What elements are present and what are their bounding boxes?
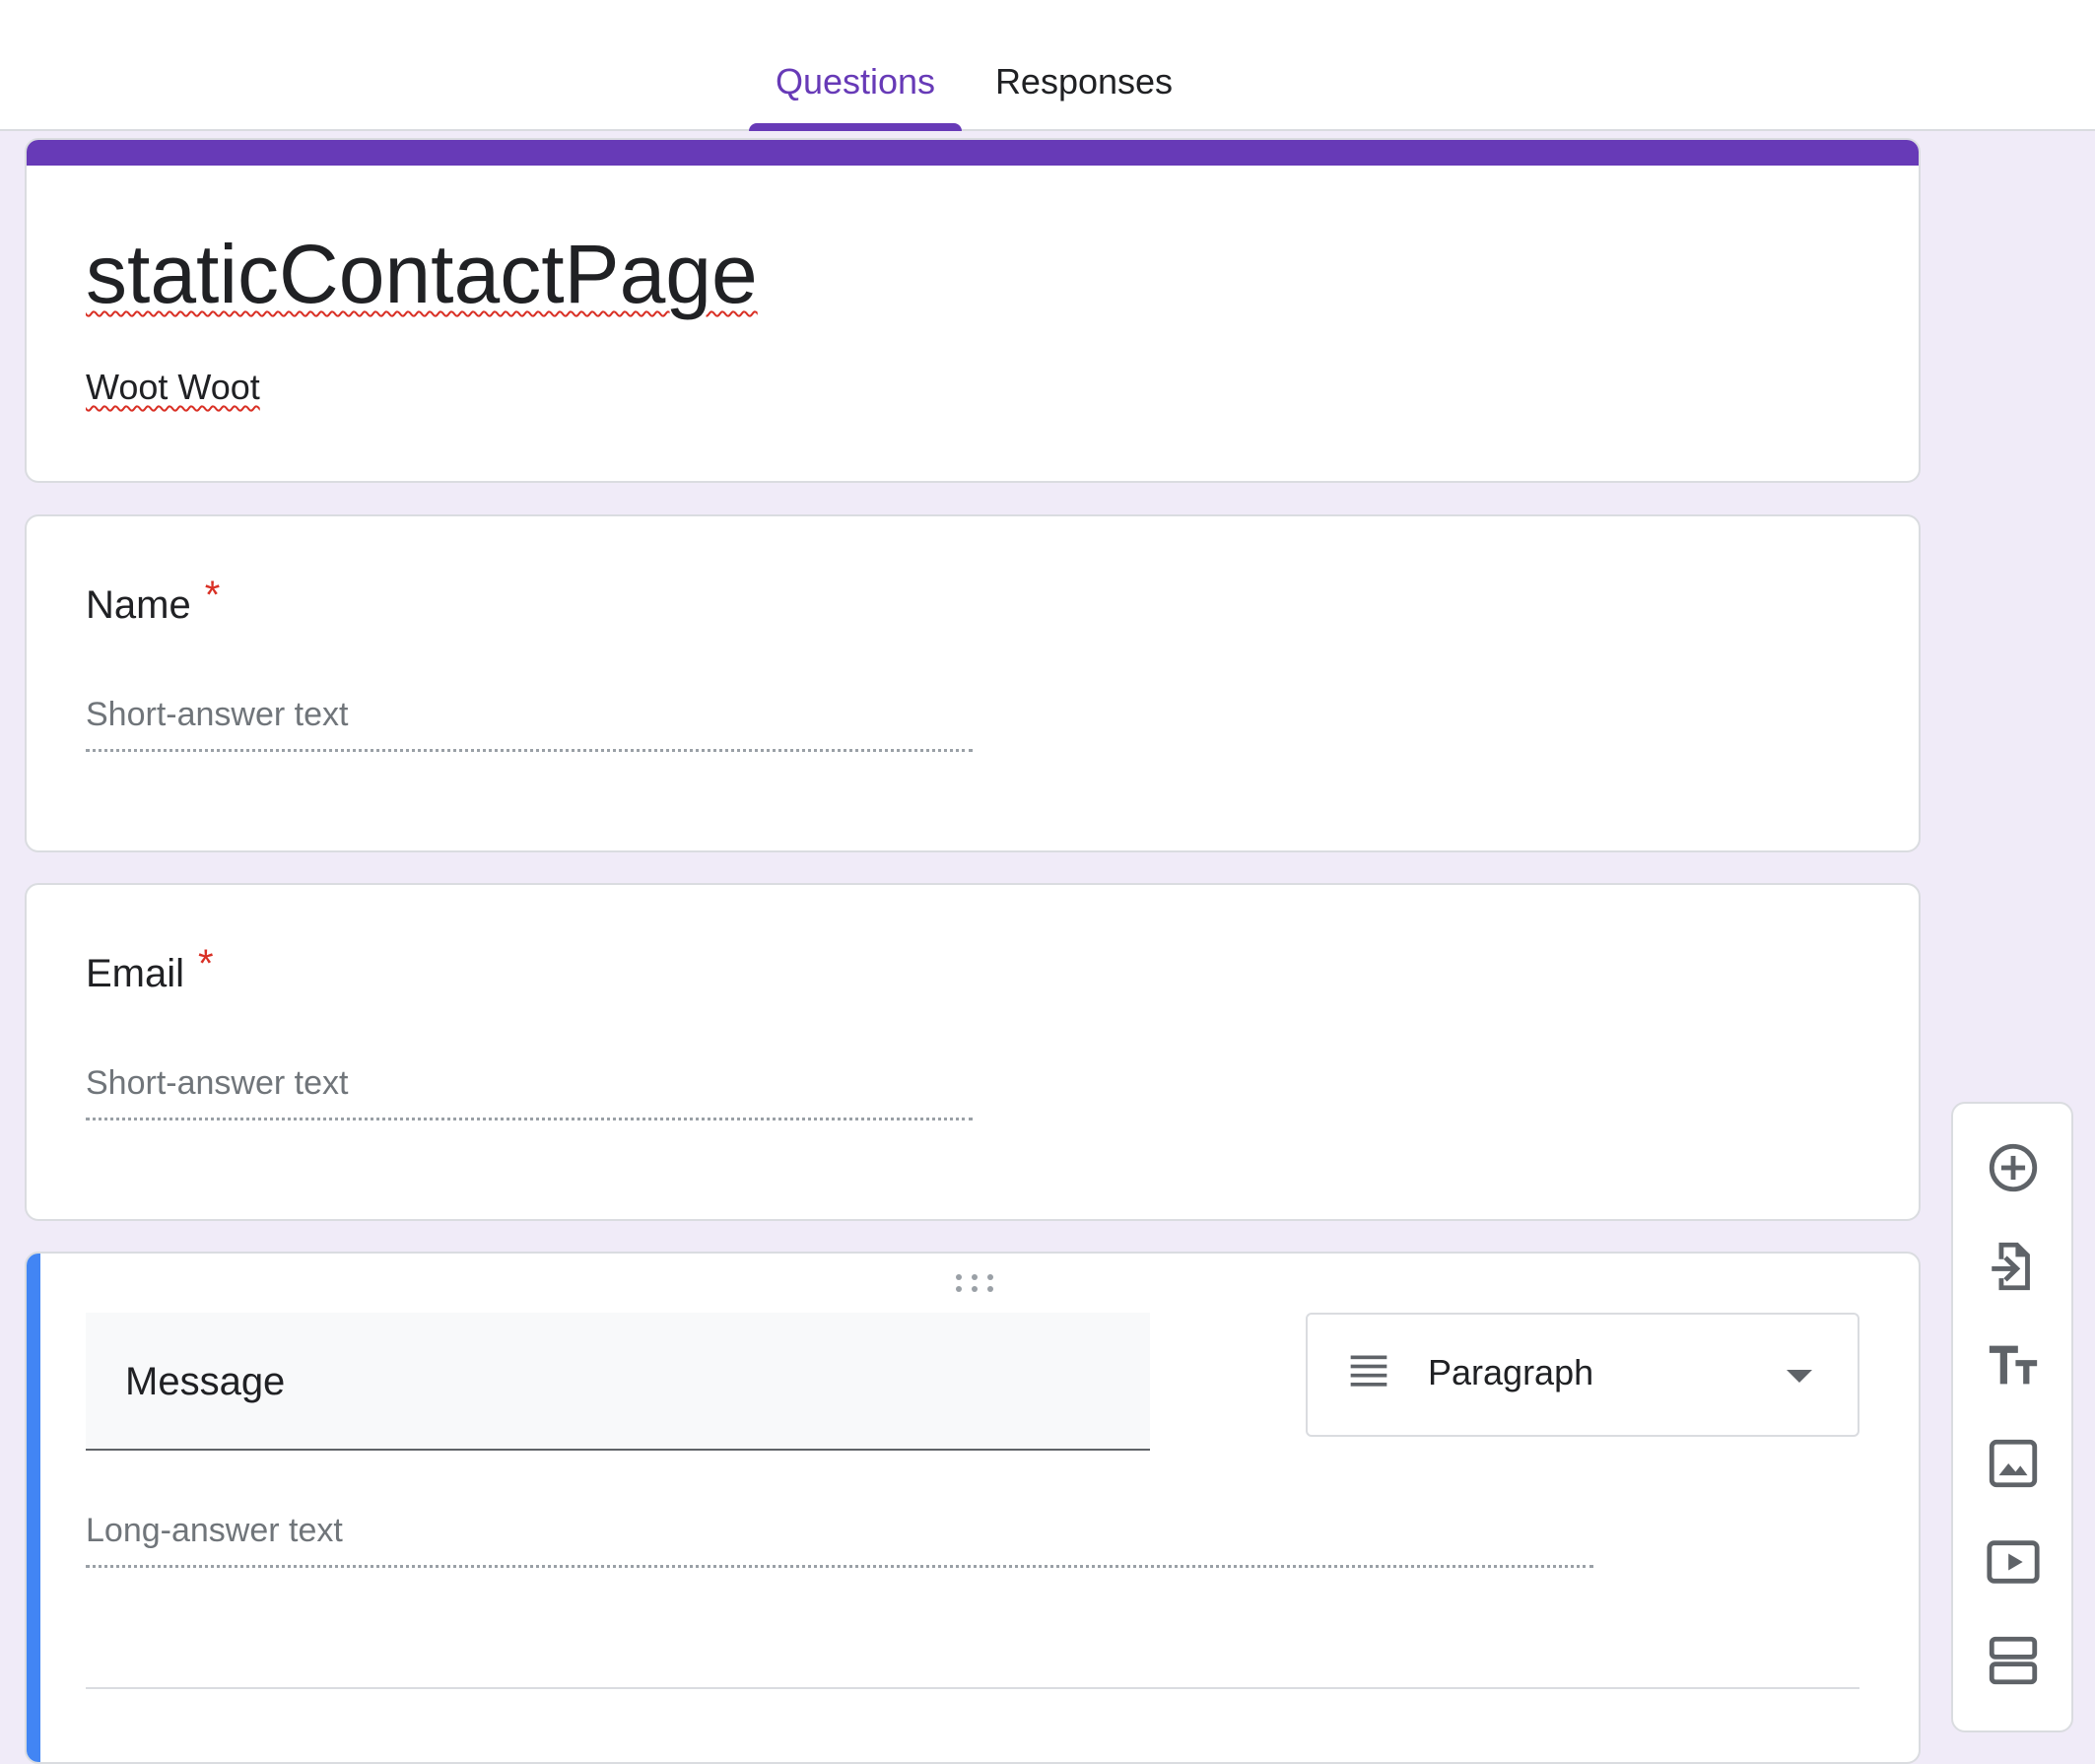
tab-active-indicator <box>749 123 962 131</box>
form-description[interactable]: Woot Woot <box>86 367 260 408</box>
question-title-input[interactable]: Message <box>86 1313 1150 1451</box>
question-card-email[interactable]: Email * Short-answer text <box>25 883 1921 1221</box>
question-title: Name * <box>86 574 220 628</box>
active-question-indicator <box>27 1254 40 1762</box>
answer-hint: Short-answer text <box>86 1064 349 1102</box>
add-video-icon[interactable] <box>1985 1533 2042 1591</box>
question-card-message[interactable]: Message Paragraph Long-answer text <box>25 1252 1921 1764</box>
question-type-dropdown[interactable]: Paragraph <box>1306 1313 1859 1437</box>
question-title: Email * <box>86 942 214 996</box>
tab-responses-label: Responses <box>994 61 1174 102</box>
form-title[interactable]: staticContactPage <box>86 229 758 320</box>
add-title-icon[interactable] <box>1985 1336 2042 1393</box>
tab-questions-label: Questions <box>775 61 936 102</box>
form-title-card[interactable]: staticContactPage Woot Woot <box>25 138 1921 483</box>
required-asterisk: * <box>198 942 214 985</box>
floating-toolbar <box>1951 1102 2073 1732</box>
add-section-icon[interactable] <box>1985 1632 2042 1689</box>
import-questions-icon[interactable] <box>1985 1238 2042 1295</box>
answer-dotted-line <box>86 1118 973 1120</box>
question-type-label: Paragraph <box>1428 1352 1594 1392</box>
title-card-accent-stripe <box>27 140 1919 166</box>
drag-handle-icon[interactable] <box>953 1271 996 1295</box>
question-title-text: Name <box>86 583 191 627</box>
answer-hint: Long-answer text <box>86 1512 343 1549</box>
required-asterisk: * <box>204 574 221 617</box>
tab-responses[interactable]: Responses <box>985 61 1183 131</box>
question-title-text: Email <box>86 952 185 995</box>
add-image-icon[interactable] <box>1985 1435 2042 1492</box>
top-tab-bar: Questions Responses <box>0 0 2095 131</box>
chevron-down-icon <box>1787 1370 1812 1383</box>
tab-questions[interactable]: Questions <box>749 61 962 131</box>
paragraph-icon <box>1350 1355 1387 1387</box>
question-card-name[interactable]: Name * Short-answer text <box>25 514 1921 852</box>
answer-dotted-line <box>86 749 973 752</box>
answer-hint: Short-answer text <box>86 696 349 733</box>
answer-dotted-line <box>86 1565 1593 1568</box>
add-question-icon[interactable] <box>1985 1139 2042 1196</box>
card-divider <box>86 1687 1859 1689</box>
